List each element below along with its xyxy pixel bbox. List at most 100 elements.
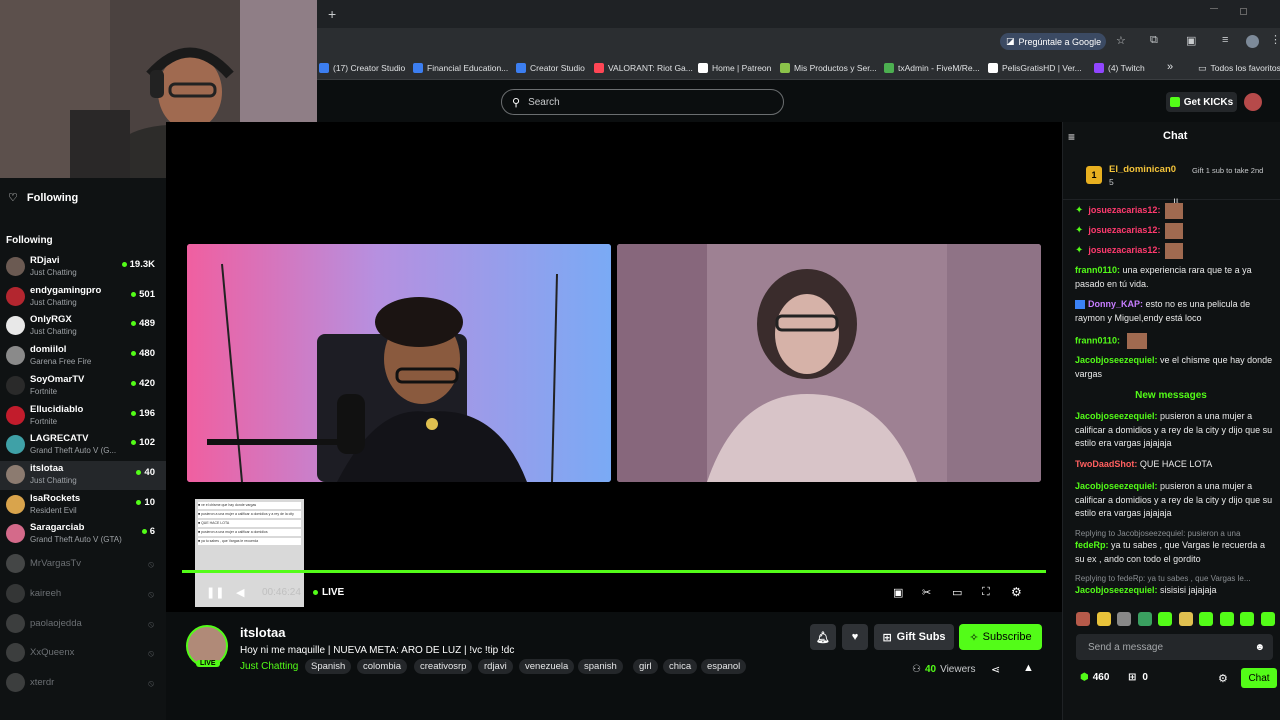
chat-settings-icon[interactable]: ⚙ [1218, 672, 1228, 685]
emote-icon[interactable] [1137, 612, 1152, 626]
video-progress-bar[interactable] [182, 570, 1046, 573]
chat-username[interactable]: frann0110: [1075, 335, 1120, 345]
user-avatar[interactable] [1244, 93, 1262, 111]
bookmark-item[interactable]: Financial Education... [413, 60, 508, 76]
new-messages-divider[interactable]: New messages [1062, 390, 1280, 401]
following-header[interactable]: ♡ Following [8, 191, 78, 205]
share-icon[interactable]: ⋖ [991, 663, 1000, 676]
stream-tag[interactable]: Spanish [305, 659, 352, 674]
following-channel-offline[interactable]: XxQueenx ⦸ [0, 639, 166, 668]
volume-icon[interactable]: ◀ [236, 586, 244, 599]
chat-username[interactable]: Jacobjoseezequiel: [1075, 481, 1158, 491]
browser-menu-icon[interactable]: ⋮ [1270, 33, 1280, 46]
stream-tag[interactable]: chica [663, 659, 698, 674]
emote-icon[interactable] [1199, 612, 1213, 626]
bookmark-item[interactable]: VALORANT: Riot Ga... [594, 60, 693, 76]
bookmark-item[interactable]: Home | Patreon [698, 60, 771, 76]
chat-username[interactable]: Jacobjoseezequiel: [1075, 411, 1158, 421]
chat-username[interactable]: Jacobjoseezequiel: [1075, 355, 1158, 365]
media-control-icon[interactable]: ≡ [1222, 34, 1228, 46]
extensions-icon[interactable]: ⧉ [1150, 34, 1158, 47]
minimize-icon[interactable] [1210, 8, 1218, 9]
stream-tag[interactable]: spanish [578, 659, 623, 674]
chat-username[interactable]: josuezacarias12: [1088, 244, 1160, 258]
following-channel[interactable]: itslotaa Just Chatting 40 [0, 460, 166, 490]
pause-icon[interactable]: ❚❚ [206, 586, 224, 599]
emote-icon[interactable] [1158, 612, 1172, 626]
new-tab-button[interactable]: + [328, 6, 336, 22]
following-channel[interactable]: OnlyRGX Just Chatting 489 [0, 312, 166, 341]
chat-username[interactable]: fedeRp: [1075, 540, 1109, 550]
emote-picker-icon[interactable]: ☻ [1254, 642, 1265, 653]
emote-icon[interactable] [1240, 612, 1254, 626]
gemini-button[interactable]: ◪ Pregúntale a Google [1000, 33, 1106, 50]
player-time: 00:46:24 [262, 587, 301, 598]
channel-points[interactable]: ⬢ 460 [1080, 672, 1109, 683]
fullscreen-icon[interactable]: ⛶ [982, 586, 990, 599]
bookmark-item[interactable]: (4) Twitch [1094, 60, 1145, 76]
following-channel[interactable]: RDjavi Just Chatting 19.3K [0, 253, 166, 282]
stream-tag[interactable]: venezuela [519, 659, 575, 674]
subscribe-button[interactable]: ✧ Subscribe [959, 624, 1042, 650]
stream-category[interactable]: Just Chatting [240, 661, 298, 672]
stream-tag[interactable]: espanol [701, 659, 747, 674]
emote-icon[interactable] [1260, 612, 1275, 626]
following-channel[interactable]: Ellucidiablo Fortnite 196 [0, 402, 166, 431]
chat-username[interactable]: Jacobjoseezequiel: [1075, 585, 1158, 595]
emote-icon[interactable] [1219, 612, 1234, 626]
stream-tag[interactable]: girl [633, 659, 658, 674]
following-channel[interactable]: LAGRECATV Grand Theft Auto V (G... 102 [0, 431, 166, 460]
bookmark-item[interactable]: PelisGratisHD | Ver... [988, 60, 1082, 76]
get-kicks-button[interactable]: Get KICKs [1166, 92, 1237, 112]
all-favorites-label: Todos los favoritos [1210, 63, 1280, 73]
following-channel-offline[interactable]: MrVargasTv ⦸ [0, 550, 166, 579]
emote-icon[interactable] [1178, 612, 1193, 626]
viewer-count: 489 [131, 318, 155, 329]
settings-icon[interactable]: ⚙ [1011, 585, 1022, 599]
stream-tag[interactable]: creativosrp [414, 659, 473, 674]
stream-tag[interactable]: colombia [357, 659, 408, 674]
following-channel-offline[interactable]: kaireeh ⦸ [0, 580, 166, 609]
bookmark-label: (4) Twitch [1108, 63, 1145, 73]
chat-username[interactable]: TwoDaadShot: [1075, 459, 1137, 469]
miniplayer-icon[interactable]: ▣ [893, 586, 903, 599]
following-channel[interactable]: SoyOmarTV Fortnite 420 [0, 372, 166, 401]
gift-counter[interactable]: ⊞ 0 [1128, 672, 1148, 683]
more-bookmarks-button[interactable]: » [1167, 59, 1173, 75]
bookmark-item[interactable]: Mis Productos y Ser... [780, 60, 877, 76]
bookmark-item[interactable]: Creator Studio [516, 60, 585, 76]
chat-input[interactable]: Send a message ☻ [1076, 634, 1273, 660]
tab-search-icon[interactable]: ▣ [1186, 34, 1196, 47]
channel-name[interactable]: itslotaa [240, 625, 286, 640]
chat-send-label: Chat [1248, 672, 1270, 684]
following-channel[interactable]: endygamingpro Just Chatting 501 [0, 283, 166, 312]
report-icon[interactable]: ▲ [1023, 662, 1034, 674]
bookmark-star-icon[interactable]: ☆ [1116, 34, 1126, 47]
profile-avatar[interactable] [1246, 35, 1259, 48]
chat-username[interactable]: josuezacarias12: [1088, 204, 1160, 218]
following-channel[interactable]: IsaRockets Resident Evil 10 [0, 491, 166, 520]
following-channel[interactable]: Saragarciab Grand Theft Auto V (GTA) 6 [0, 520, 166, 549]
clip-icon[interactable]: ✂ [922, 586, 931, 599]
stream-tag[interactable]: rdjavi [478, 659, 513, 674]
chat-username[interactable]: frann0110: [1075, 265, 1120, 275]
notifications-button[interactable]: 🔔︎ [810, 624, 836, 650]
maximize-icon[interactable] [1240, 8, 1247, 15]
following-channel[interactable]: domiilol Garena Free Fire 480 [0, 342, 166, 371]
emote-icon[interactable] [1096, 612, 1111, 626]
following-channel-offline[interactable]: xterdr ⦸ [0, 669, 166, 698]
gift-subs-button[interactable]: ⊞ Gift Subs [874, 624, 954, 650]
following-channel-offline[interactable]: paolaojedda ⦸ [0, 610, 166, 639]
theater-mode-icon[interactable]: ▭ [952, 586, 962, 599]
bookmark-item[interactable]: (17) Creator Studio [319, 60, 405, 76]
chat-username[interactable]: Donny_KAP: [1088, 299, 1143, 309]
search-input[interactable]: ⚲ Search [501, 89, 784, 115]
collapse-chat-icon[interactable]: ≡ [1068, 130, 1075, 144]
all-favorites-folder[interactable]: ▭ Todos los favoritos [1198, 60, 1280, 76]
chat-send-button[interactable]: Chat [1241, 668, 1277, 688]
emote-icon[interactable] [1076, 612, 1090, 626]
bookmark-item[interactable]: txAdmin - FiveM/Re... [884, 60, 980, 76]
chat-username[interactable]: josuezacarias12: [1088, 224, 1160, 238]
emote-icon[interactable] [1117, 612, 1131, 626]
follow-button[interactable]: ♥ [842, 624, 868, 650]
